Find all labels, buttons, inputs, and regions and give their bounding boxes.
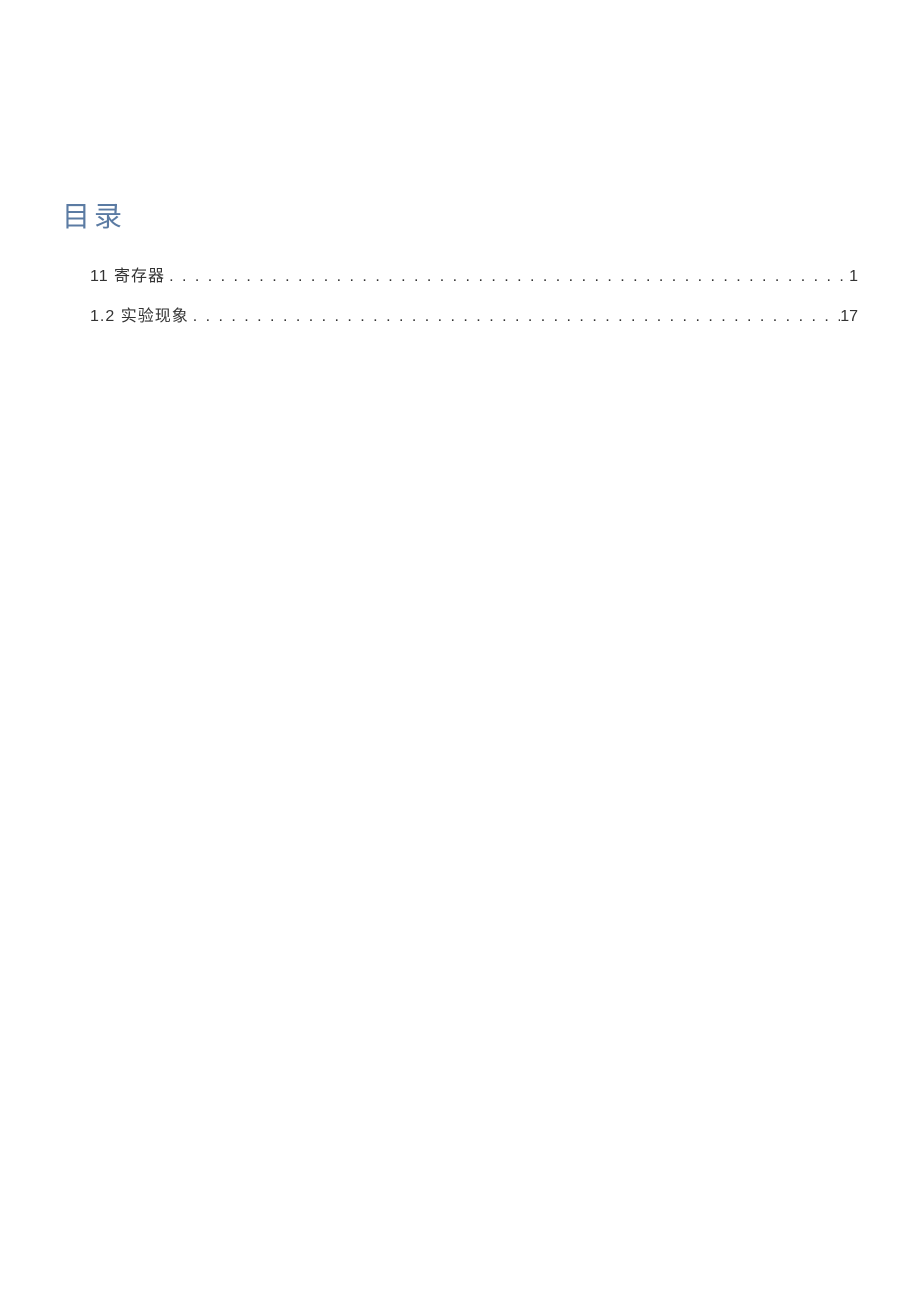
- toc-dots: . . . . . . . . . . . . . . . . . . . . …: [189, 305, 841, 329]
- toc-list: 11 寄存器 . . . . . . . . . . . . . . . . .…: [62, 265, 858, 329]
- toc-entry-label: 1.2 实验现象: [90, 305, 189, 329]
- toc-dots: . . . . . . . . . . . . . . . . . . . . …: [165, 265, 849, 289]
- toc-entry-label: 11 寄存器: [90, 265, 165, 289]
- toc-title: 目录: [62, 195, 858, 235]
- toc-entry[interactable]: 11 寄存器 . . . . . . . . . . . . . . . . .…: [90, 265, 858, 289]
- toc-entry-page: 1: [849, 265, 858, 289]
- toc-entry-page: 17: [840, 305, 858, 329]
- toc-entry[interactable]: 1.2 实验现象 . . . . . . . . . . . . . . . .…: [90, 305, 858, 329]
